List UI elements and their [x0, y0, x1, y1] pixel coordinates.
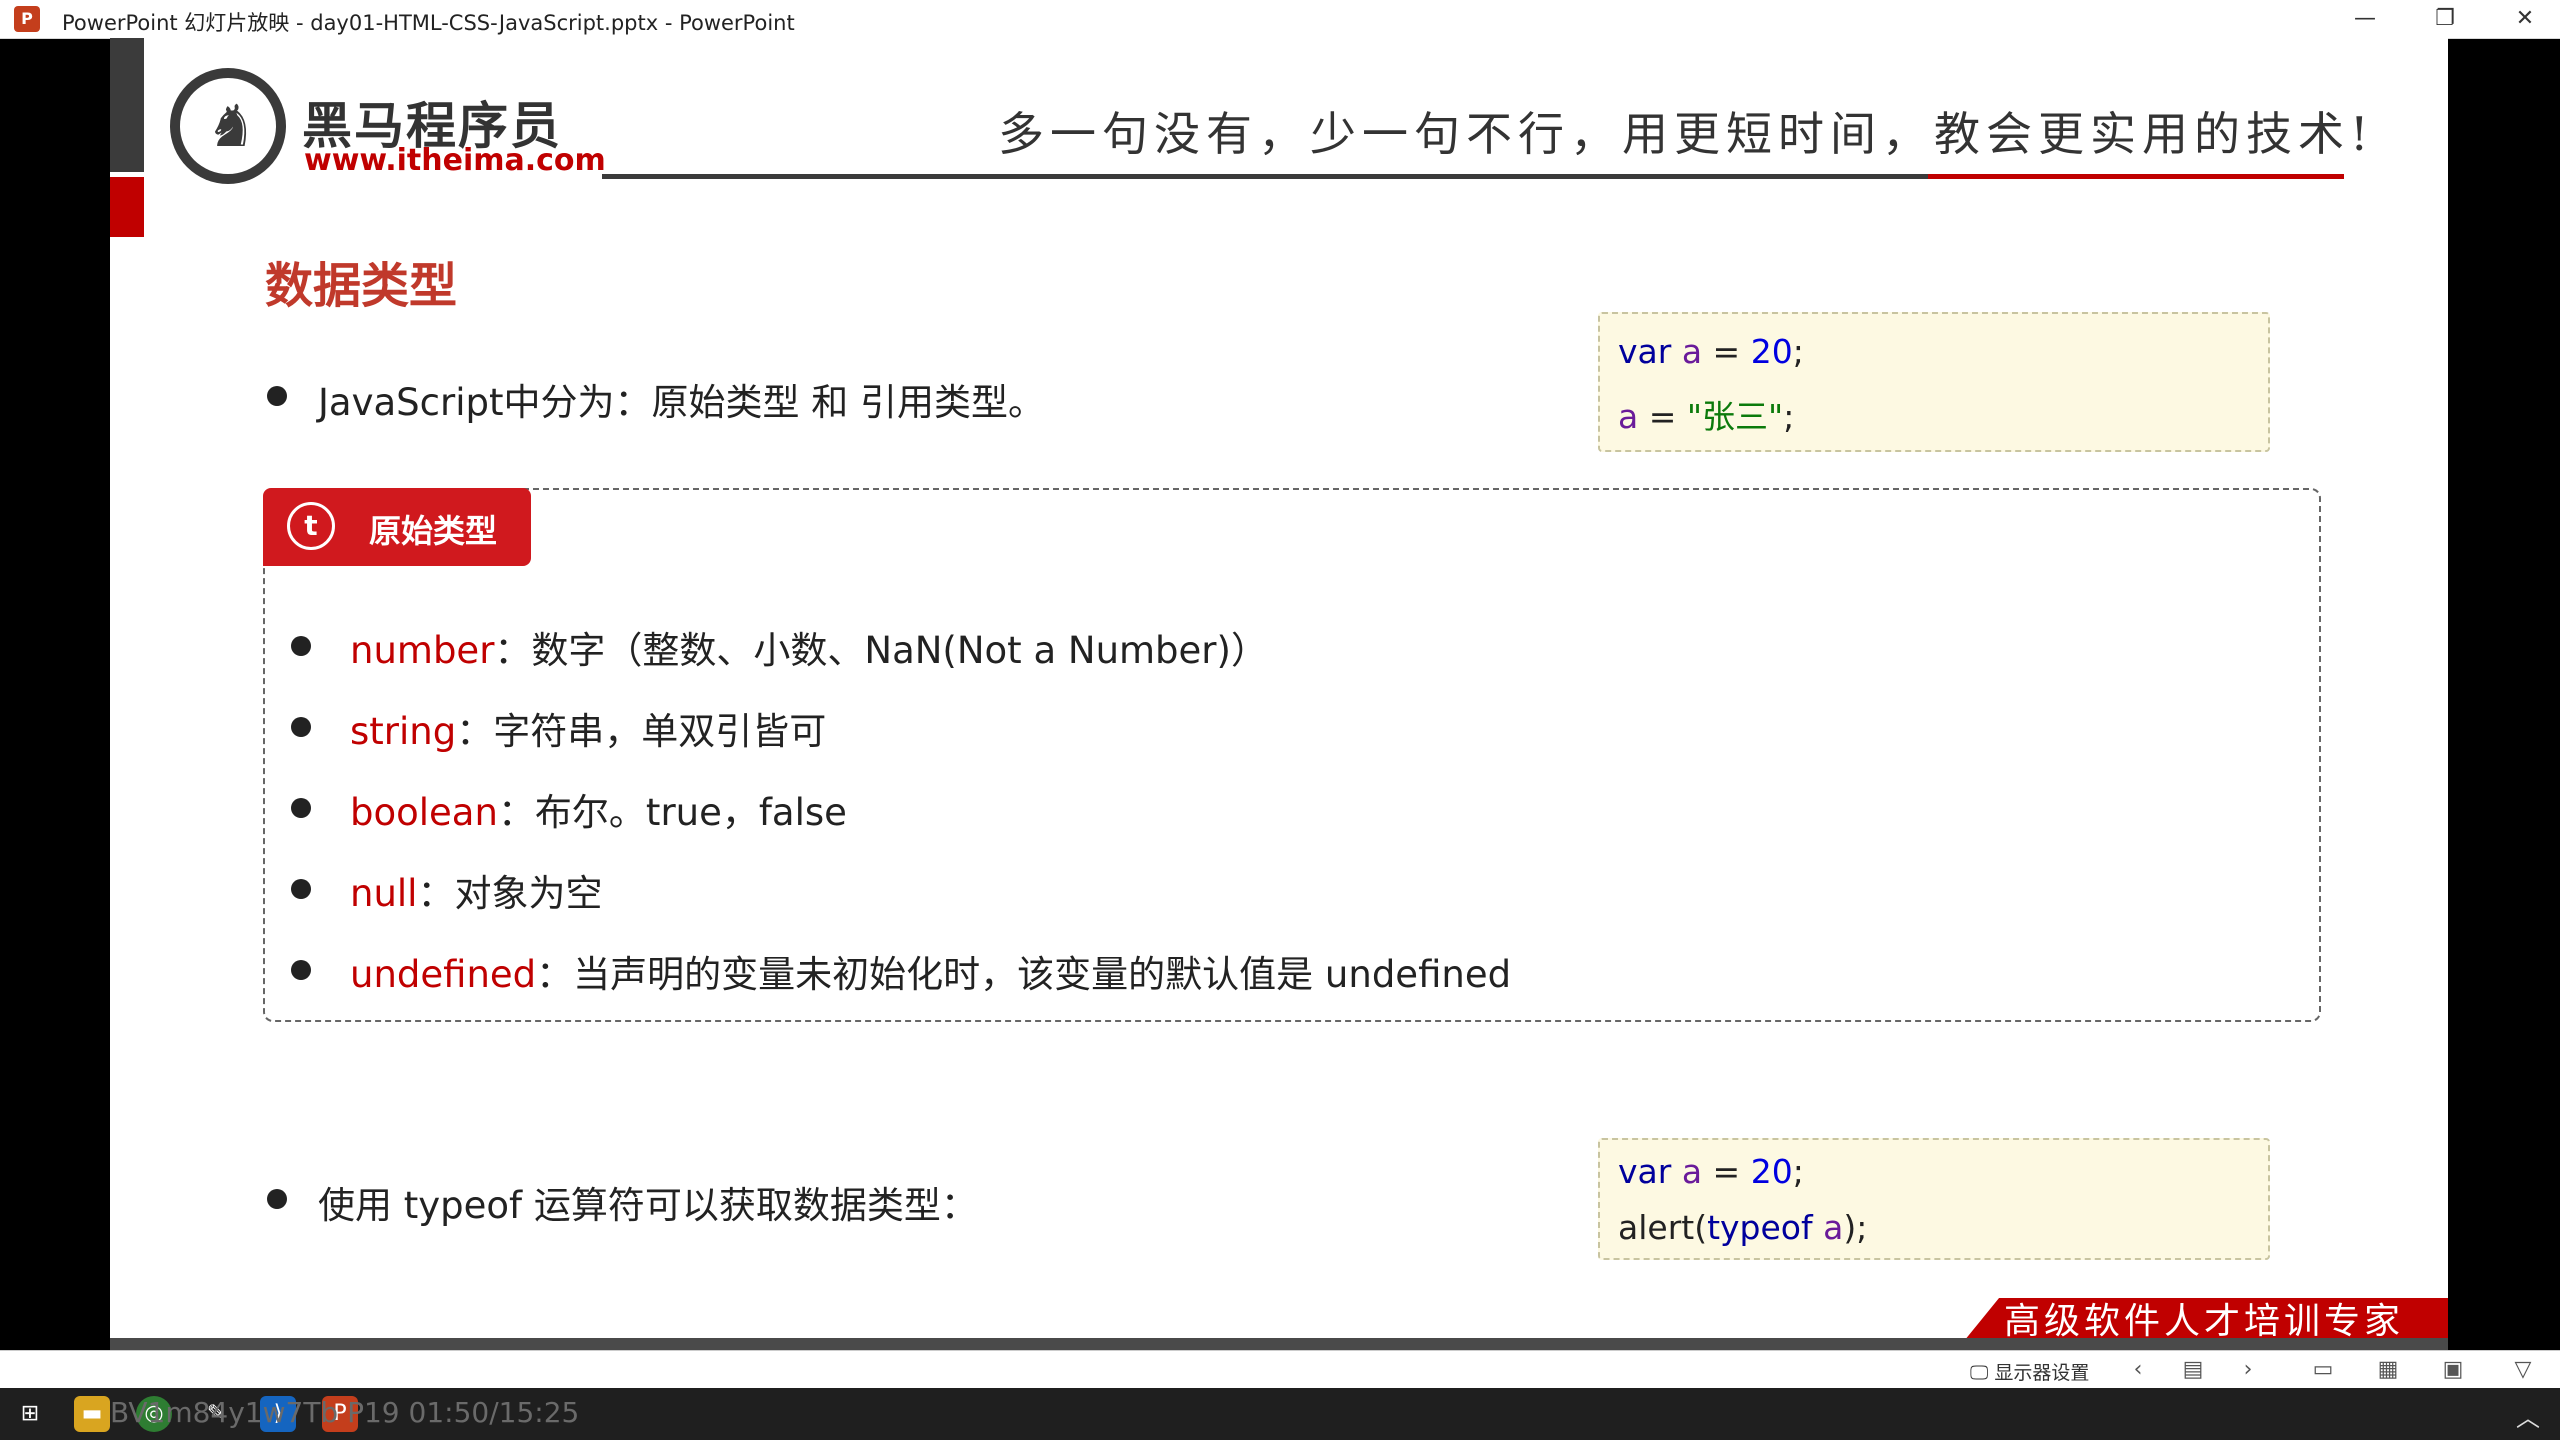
tray-chevron-icon[interactable]: ︿ — [2516, 1398, 2540, 1433]
type-icon: t — [287, 502, 335, 550]
window-title-bar: P PowerPoint 幻灯片放映 - day01-HTML-CSS-Java… — [0, 0, 2560, 39]
typeof-text: 使用 typeof 运算符可以获取数据类型： — [318, 1184, 978, 1227]
windows-start-icon[interactable]: ⊞ — [12, 1396, 48, 1432]
video-watermark: BV1m84y1w7Tb P19 01:50/15:25 — [110, 1396, 580, 1429]
powerpoint-icon: P — [14, 6, 40, 32]
bullet-icon — [267, 1189, 287, 1209]
restore-button[interactable]: ❐ — [2410, 0, 2480, 38]
code-line: var a = 20; — [1618, 332, 1804, 371]
bullet-icon — [291, 960, 311, 980]
slogan: 多一句没有，少一句不行，用更短时间，教会更实用的技术! — [998, 107, 2375, 161]
reading-view-icon[interactable]: ▣ — [2435, 1355, 2471, 1385]
logo-url: www.itheima.com — [304, 143, 606, 178]
intro-text: JavaScript中分为：原始类型 和 引用类型。 — [318, 381, 1045, 424]
horse-logo-icon: ♞ — [170, 68, 286, 184]
bullet-icon — [291, 717, 311, 737]
close-button[interactable]: ✕ — [2490, 0, 2560, 38]
slide-heading: 数据类型 — [265, 258, 458, 314]
grid-view-icon[interactable]: ▦ — [2370, 1355, 2406, 1385]
list-item: null：对象为空 — [350, 872, 603, 915]
code-line: var a = 20; — [1618, 1152, 1804, 1191]
primitive-types-panel — [263, 488, 2321, 1022]
bullet-icon — [267, 386, 287, 406]
taskbar: ⊞ ▬ ◎ ✎ ⟩ P BV1m84y1w7Tb P19 01:50/15:25… — [0, 1388, 2560, 1440]
display-settings-button[interactable]: 🖵 显示器设置 — [1970, 1358, 2089, 1385]
window-title: PowerPoint 幻灯片放映 - day01-HTML-CSS-JavaSc… — [62, 11, 795, 35]
slide: ♞ 黑马程序员 www.itheima.com 多一句没有，少一句不行，用更短时… — [110, 38, 2448, 1350]
list-item: boolean：布尔。true，false — [350, 791, 847, 834]
minimize-button[interactable]: — — [2330, 0, 2400, 38]
code-line: a = "张三"; — [1618, 397, 1795, 436]
slide-sorter-icon[interactable]: ▤ — [2175, 1355, 2211, 1385]
list-item: undefined：当声明的变量未初始化时，该变量的默认值是 undefined — [350, 953, 1512, 996]
header-divider-accent — [1928, 174, 2344, 179]
code-box-typeof: var a = 20; alert(typeof a); — [1598, 1138, 2270, 1260]
decor-bar-gray — [110, 38, 144, 172]
slideshow-bar: 🖵 显示器设置 ‹ ▤ › ▭ ▦ ▣ ▽ — [0, 1350, 2560, 1389]
footer-strip — [110, 1338, 2448, 1350]
bullet-icon — [291, 636, 311, 656]
bullet-icon — [291, 798, 311, 818]
normal-view-icon[interactable]: ▭ — [2305, 1355, 2341, 1385]
previous-slide-icon[interactable]: ‹ — [2120, 1355, 2156, 1385]
display-settings-label: 显示器设置 — [1994, 1362, 2090, 1384]
bullet-icon — [291, 879, 311, 899]
list-item: number：数字（整数、小数、NaN(Not a Number)） — [350, 629, 1268, 672]
slideshow-icon[interactable]: ▽ — [2505, 1355, 2541, 1385]
list-item: string：字符串，单双引皆可 — [350, 710, 827, 753]
decor-bar-red — [110, 177, 144, 237]
code-box-assignment: var a = 20; a = "张三"; — [1598, 312, 2270, 452]
next-slide-icon[interactable]: › — [2230, 1355, 2266, 1385]
file-explorer-icon[interactable]: ▬ — [74, 1396, 110, 1432]
code-line: alert(typeof a); — [1618, 1208, 1868, 1247]
primitive-types-tab: t 原始类型 — [263, 488, 531, 566]
panel-tab-label: 原始类型 — [369, 512, 498, 550]
